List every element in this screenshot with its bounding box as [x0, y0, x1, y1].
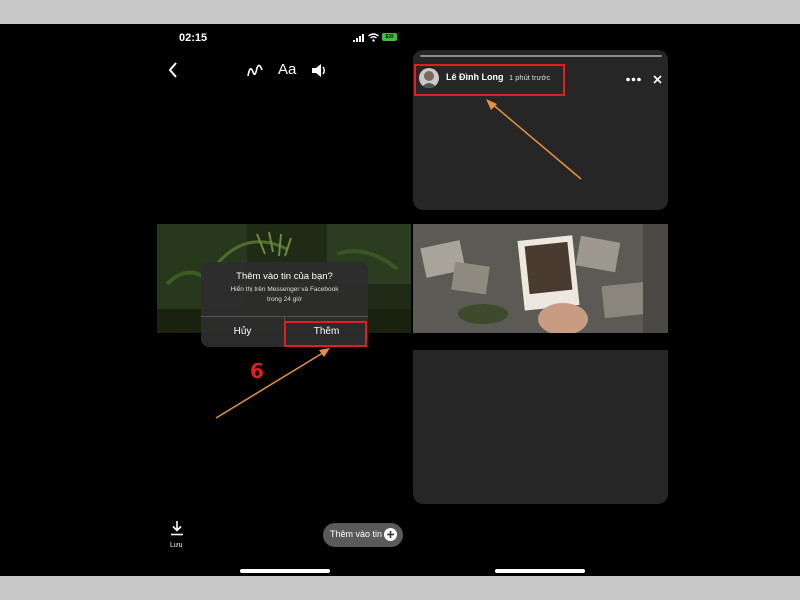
screenshot-frame: 02:15 EXI Aa Thêm vào tin của bạn? Hiển …: [0, 24, 800, 576]
annotation-arrow-left: [0, 24, 800, 576]
step-number: 6: [250, 359, 264, 383]
